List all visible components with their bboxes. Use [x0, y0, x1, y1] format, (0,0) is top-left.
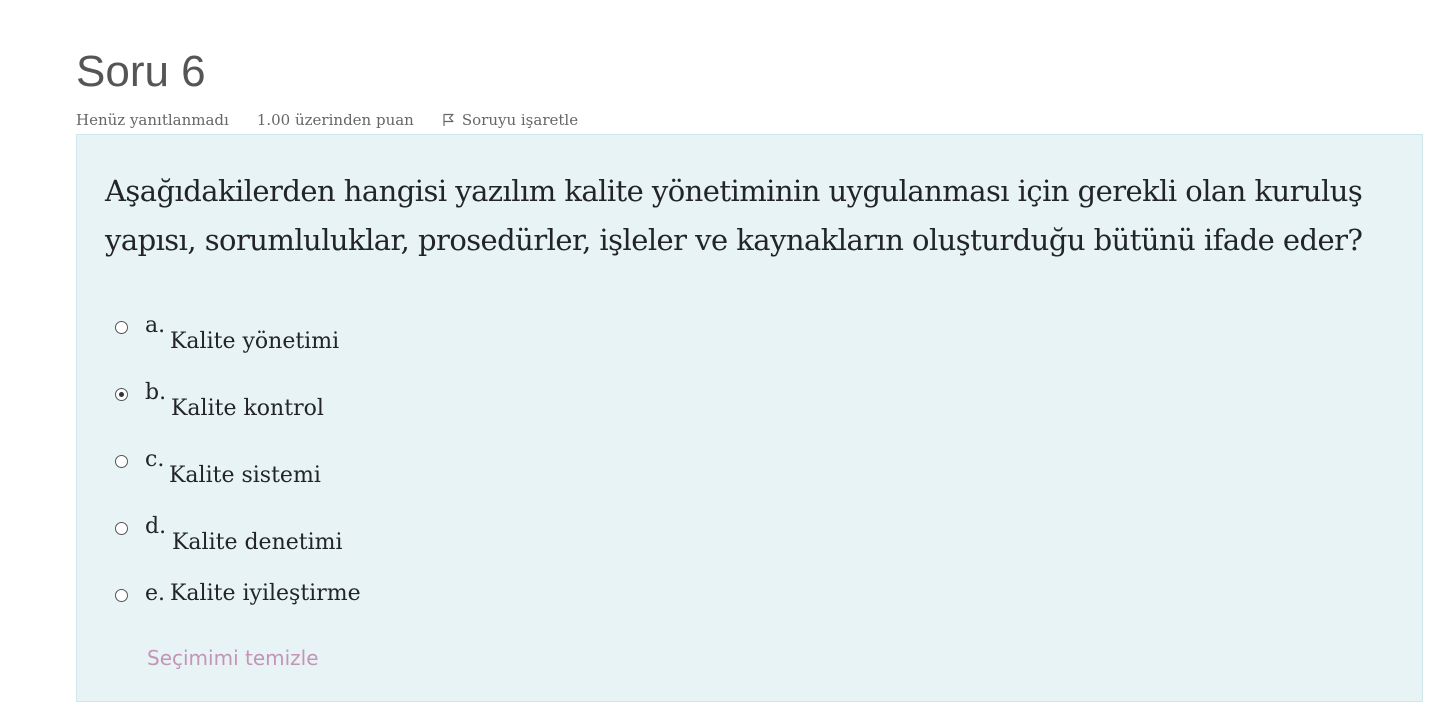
- answer-label: Kalite denetimi: [172, 530, 343, 555]
- answer-label: Kalite yönetimi: [170, 329, 340, 354]
- question-state: Henüz yanıtlanmadı: [76, 111, 229, 129]
- answer-radio-a[interactable]: [115, 321, 128, 334]
- question-content: Aşağıdakilerden hangisi yazılım kalite y…: [76, 134, 1423, 702]
- question-info: Henüz yanıtlanmadı 1.00 üzerinden puan S…: [76, 109, 578, 131]
- answer-letter: e.: [145, 581, 166, 606]
- answer-letter: c.: [145, 447, 165, 472]
- answer-label: Kalite sistemi: [169, 463, 321, 488]
- answer-radio-c[interactable]: [115, 455, 128, 468]
- flag-question-link[interactable]: Soruyu işaretle: [442, 111, 578, 129]
- clear-choice-link[interactable]: Seçimimi temizle: [147, 646, 319, 670]
- answer-radio-d[interactable]: [115, 522, 128, 535]
- quiz-page: Soru 6 Henüz yanıtlanmadı 1.00 üzerinden…: [0, 0, 1455, 727]
- answer-letter: a.: [145, 313, 166, 338]
- flag-icon: [443, 113, 454, 126]
- answer-radio-e[interactable]: [115, 589, 128, 602]
- answer-letter: b.: [145, 380, 167, 405]
- question-text: Aşağıdakilerden hangisi yazılım kalite y…: [105, 174, 1363, 257]
- answer-label: Kalite iyileştirme: [170, 581, 361, 606]
- question-title: Soru 6: [76, 47, 206, 96]
- answer-radio-b[interactable]: [115, 388, 128, 401]
- answer-letter: d.: [145, 514, 167, 539]
- flag-question-label: Soruyu işaretle: [461, 111, 579, 129]
- question-grade: 1.00 üzerinden puan: [256, 111, 414, 129]
- answer-label: Kalite kontrol: [171, 396, 324, 421]
